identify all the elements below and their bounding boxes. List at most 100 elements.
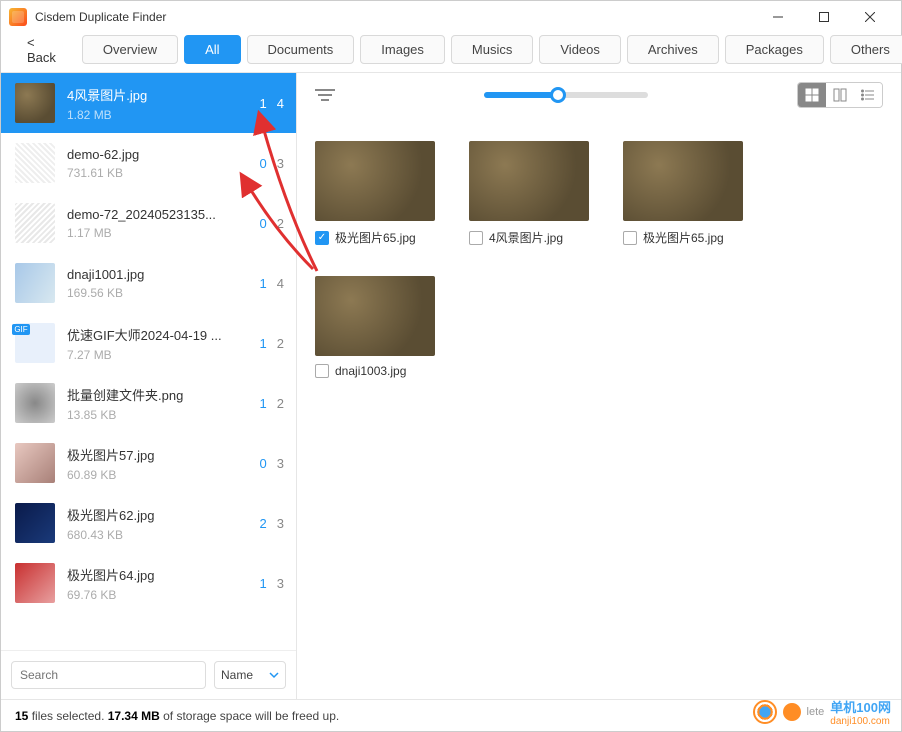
- file-name: 4风景图片.jpg: [67, 85, 244, 104]
- file-name: 极光图片62.jpg: [67, 505, 244, 524]
- grid-item[interactable]: dnaji1003.jpg: [315, 276, 435, 378]
- minimize-button[interactable]: [755, 1, 801, 33]
- dup-counts: 13: [244, 576, 284, 591]
- sort-select[interactable]: Name: [214, 661, 286, 689]
- thumbnail: [15, 503, 55, 543]
- file-name: 极光图片57.jpg: [67, 445, 244, 464]
- search-row: Name: [1, 650, 296, 699]
- thumbnail: [15, 203, 55, 243]
- list-item[interactable]: demo-62.jpg 731.61 KB03: [1, 133, 296, 193]
- columns-view-button[interactable]: [826, 83, 854, 107]
- maximize-button[interactable]: [801, 1, 847, 33]
- grid-file-name: 极光图片65.jpg: [643, 229, 724, 246]
- file-size: 60.89 KB: [67, 468, 244, 482]
- close-button[interactable]: [847, 1, 893, 33]
- filter-icon[interactable]: [315, 87, 335, 103]
- duplicate-groups-list[interactable]: 4风景图片.jpg1.82 MB14demo-62.jpg731.61 KB03…: [1, 73, 296, 650]
- grid-thumbnail: [623, 141, 743, 221]
- file-size: 1.82 MB: [67, 108, 244, 122]
- main-area: 4风景图片.jpg1.82 MB14demo-62.jpg731.61 KB03…: [1, 73, 901, 699]
- watermark: lete 单机100网 danji100.com: [753, 697, 891, 727]
- file-size: 69.76 KB: [67, 588, 244, 602]
- thumbnail-size-slider[interactable]: [484, 92, 648, 98]
- slider-fill: [484, 92, 558, 98]
- dup-counts: 02: [244, 216, 284, 231]
- grid-item[interactable]: 极光图片65.jpg: [623, 141, 743, 246]
- content-toolbar: [297, 73, 901, 117]
- select-checkbox[interactable]: [315, 231, 329, 245]
- grid-file-name: dnaji1003.jpg: [335, 364, 406, 378]
- window-controls: [755, 1, 893, 33]
- dup-counts: 23: [244, 516, 284, 531]
- view-mode-toggles: [797, 82, 883, 108]
- grid-item[interactable]: 极光图片65.jpg: [315, 141, 435, 246]
- file-name: 极光图片64.jpg: [67, 565, 244, 584]
- status-bar: 15 files selected. 17.34 MB of storage s…: [1, 699, 901, 731]
- dup-counts: 03: [244, 156, 284, 171]
- duplicates-grid: 极光图片65.jpg 4风景图片.jpg 极光图片65.jpg dnaji1003.j…: [297, 117, 901, 699]
- app-icon: [9, 8, 27, 26]
- list-item[interactable]: 4风景图片.jpg 1.82 MB14: [1, 73, 296, 133]
- tab-others[interactable]: Others: [830, 35, 902, 64]
- sort-label: Name: [221, 668, 253, 682]
- list-item[interactable]: 极光图片64.jpg 69.76 KB13: [1, 553, 296, 613]
- list-item[interactable]: 优速GIF大师2024-04-19 ... 7.27 MB12: [1, 313, 296, 373]
- grid-view-button[interactable]: [798, 83, 826, 107]
- file-size: 169.56 KB: [67, 286, 244, 300]
- content-area: 极光图片65.jpg 4风景图片.jpg 极光图片65.jpg dnaji1003.j…: [297, 73, 901, 699]
- list-item[interactable]: demo-72_20240523135...1.17 MB02: [1, 193, 296, 253]
- thumbnail: [15, 383, 55, 423]
- chevron-down-icon: [269, 670, 279, 680]
- tab-packages[interactable]: Packages: [725, 35, 824, 64]
- tab-archives[interactable]: Archives: [627, 35, 719, 64]
- list-view-button[interactable]: [854, 83, 882, 107]
- file-size: 680.43 KB: [67, 528, 244, 542]
- tab-images[interactable]: Images: [360, 35, 445, 64]
- dup-counts: 12: [244, 336, 284, 351]
- thumbnail: [15, 83, 55, 123]
- grid-file-name: 4风景图片.jpg: [489, 229, 563, 246]
- tab-musics[interactable]: Musics: [451, 35, 533, 64]
- list-item[interactable]: 极光图片62.jpg 680.43 KB23: [1, 493, 296, 553]
- duplicate-groups-sidebar: 4风景图片.jpg1.82 MB14demo-62.jpg731.61 KB03…: [1, 73, 297, 699]
- thumbnail: [15, 143, 55, 183]
- grid-thumbnail: [315, 141, 435, 221]
- selected-count: 15: [15, 709, 28, 723]
- grid-thumbnail: [469, 141, 589, 221]
- title-bar: Cisdem Duplicate Finder: [1, 1, 901, 33]
- list-item[interactable]: 极光图片57.jpg 60.89 KB03: [1, 433, 296, 493]
- tab-documents[interactable]: Documents: [247, 35, 355, 64]
- search-input[interactable]: [11, 661, 206, 689]
- thumbnail: [15, 263, 55, 303]
- back-button[interactable]: < Back: [13, 29, 70, 71]
- file-name: 优速GIF大师2024-04-19 ...: [67, 325, 244, 344]
- freed-size: 17.34 MB: [108, 709, 160, 723]
- list-item[interactable]: dnaji1001.jpg169.56 KB14: [1, 253, 296, 313]
- thumbnail: [15, 323, 55, 363]
- select-checkbox[interactable]: [623, 231, 637, 245]
- file-size: 13.85 KB: [67, 408, 244, 422]
- file-size: 731.61 KB: [67, 166, 244, 180]
- select-checkbox[interactable]: [315, 364, 329, 378]
- tab-videos[interactable]: Videos: [539, 35, 621, 64]
- file-name: demo-62.jpg: [67, 147, 244, 162]
- list-item[interactable]: 批量创建文件夹.png 13.85 KB12: [1, 373, 296, 433]
- slider-knob[interactable]: [550, 87, 566, 103]
- dup-counts: 12: [244, 396, 284, 411]
- file-size: 1.17 MB: [67, 226, 244, 240]
- dup-counts: 03: [244, 456, 284, 471]
- thumbnail: [15, 443, 55, 483]
- grid-file-name: 极光图片65.jpg: [335, 229, 416, 246]
- tab-overview[interactable]: Overview: [82, 35, 178, 64]
- file-size: 7.27 MB: [67, 348, 244, 362]
- file-name: 批量创建文件夹.png: [67, 385, 244, 404]
- select-checkbox[interactable]: [469, 231, 483, 245]
- grid-thumbnail: [315, 276, 435, 356]
- window-title: Cisdem Duplicate Finder: [35, 10, 166, 24]
- grid-item[interactable]: 4风景图片.jpg: [469, 141, 589, 246]
- dup-counts: 14: [244, 96, 284, 111]
- category-toolbar: < Back OverviewAllDocumentsImagesMusicsV…: [1, 33, 901, 73]
- file-name: dnaji1001.jpg: [67, 267, 244, 282]
- tab-all[interactable]: All: [184, 35, 240, 64]
- thumbnail: [15, 563, 55, 603]
